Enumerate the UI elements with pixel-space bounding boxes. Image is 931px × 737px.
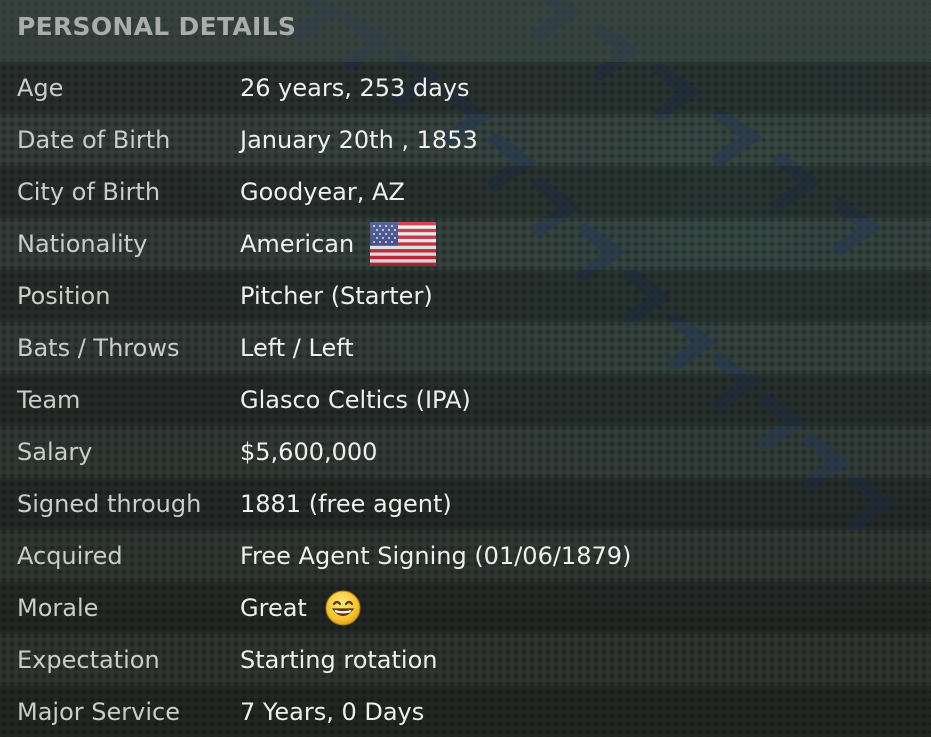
detail-value: $5,600,000 [240, 438, 378, 466]
detail-value: Goodyear, AZ [240, 178, 405, 206]
detail-value: Glasco Celtics (IPA) [240, 386, 471, 414]
detail-value: Left / Left [240, 334, 354, 362]
details-list: Age 26 years, 253 days Date of Birth Jan… [0, 62, 931, 737]
personal-details-panel: PERSONAL DETAILS Age 26 years, 253 days … [0, 0, 931, 737]
grinning-face-icon [325, 590, 361, 626]
detail-row-date-of-birth: Date of Birth January 20th , 1853 [0, 114, 931, 166]
detail-label: Bats / Throws [17, 334, 180, 362]
detail-row-age: Age 26 years, 253 days [0, 62, 931, 114]
detail-value: 26 years, 253 days [240, 74, 470, 102]
section-title: PERSONAL DETAILS [17, 11, 297, 41]
detail-value: American [240, 222, 437, 266]
detail-value: Free Agent Signing (01/06/1879) [240, 542, 632, 570]
detail-row-bats-throws: Bats / Throws Left / Left [0, 322, 931, 374]
detail-label: Major Service [17, 698, 180, 726]
detail-label: Nationality [17, 230, 148, 258]
detail-value: Starting rotation [240, 646, 438, 674]
detail-row-salary: Salary $5,600,000 [0, 426, 931, 478]
detail-value: Great [240, 590, 361, 626]
detail-value: 1881 (free agent) [240, 490, 452, 518]
detail-label: Acquired [17, 542, 123, 570]
detail-label: Morale [17, 594, 99, 622]
detail-label: Signed through [17, 490, 202, 518]
detail-value: 7 Years, 0 Days [240, 698, 425, 726]
detail-label: Salary [17, 438, 93, 466]
detail-row-signed-through: Signed through 1881 (free agent) [0, 478, 931, 530]
detail-row-position: Position Pitcher (Starter) [0, 270, 931, 322]
detail-row-team: Team Glasco Celtics (IPA) [0, 374, 931, 426]
detail-value: Pitcher (Starter) [240, 282, 433, 310]
detail-label: Date of Birth [17, 126, 171, 154]
detail-row-major-service: Major Service 7 Years, 0 Days [0, 686, 931, 737]
detail-row-nationality: Nationality American [0, 218, 931, 270]
detail-row-morale: Morale Great [0, 582, 931, 634]
detail-label: City of Birth [17, 178, 161, 206]
detail-value: January 20th , 1853 [240, 126, 478, 154]
detail-row-city-of-birth: City of Birth Goodyear, AZ [0, 166, 931, 218]
detail-row-acquired: Acquired Free Agent Signing (01/06/1879) [0, 530, 931, 582]
us-flag-icon [370, 222, 437, 266]
section-header: PERSONAL DETAILS [0, 0, 931, 62]
detail-row-expectation: Expectation Starting rotation [0, 634, 931, 686]
detail-label: Position [17, 282, 111, 310]
detail-label: Team [17, 386, 81, 414]
detail-label: Age [17, 74, 64, 102]
detail-label: Expectation [17, 646, 160, 674]
